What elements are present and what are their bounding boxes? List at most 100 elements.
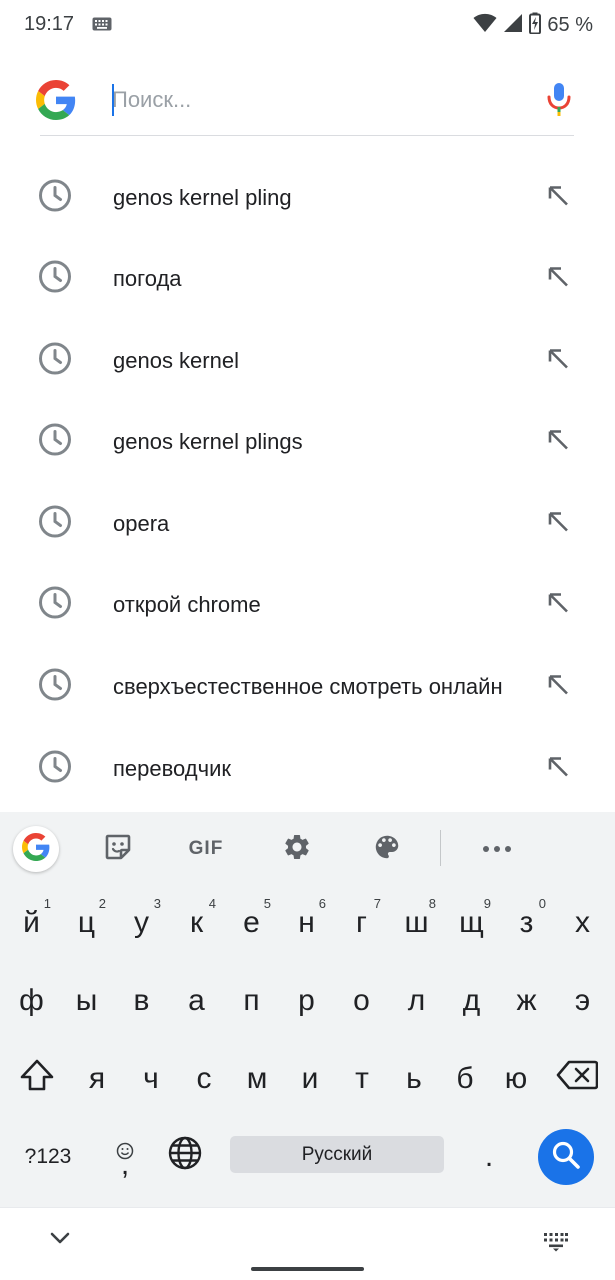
history-clock-icon [38, 260, 72, 299]
shift-icon [19, 1058, 55, 1100]
backspace-key[interactable] [542, 1040, 611, 1118]
wifi-icon [473, 13, 497, 38]
history-clock-icon [38, 504, 72, 543]
comma-key[interactable]: , [100, 1118, 150, 1196]
history-clock-icon [38, 178, 72, 217]
key-label: з [519, 906, 534, 939]
key[interactable]: и [284, 1040, 336, 1118]
key[interactable]: х [554, 884, 611, 962]
comma-label: , [120, 1148, 130, 1181]
key[interactable]: о [334, 962, 389, 1040]
chevron-down-icon[interactable] [48, 1230, 72, 1251]
key[interactable]: ы [59, 962, 114, 1040]
space-key[interactable]: Русский [230, 1136, 444, 1173]
suggestion-text: genos kernel plings [113, 429, 303, 455]
key-label: ш [404, 906, 429, 939]
search-icon [551, 1140, 581, 1175]
suggestion-item[interactable]: genos kernel [0, 320, 615, 402]
fill-query-arrow-icon[interactable] [545, 590, 571, 621]
key[interactable]: п [224, 962, 279, 1040]
key-label: щ [459, 906, 484, 939]
suggestion-item[interactable]: genos kernel pling [0, 157, 615, 239]
key-hint: 6 [318, 896, 326, 911]
keyboard-switch-icon[interactable] [543, 1232, 569, 1257]
key[interactable]: в [114, 962, 169, 1040]
keyboard-keys: й1 ц2 у3 к4 е5 н6 г7 ш8 щ9 з0 х ф ы в а … [0, 884, 615, 1207]
search-input[interactable] [112, 82, 522, 118]
key[interactable]: ч [124, 1040, 178, 1118]
key[interactable]: р [279, 962, 334, 1040]
key[interactable]: д [444, 962, 499, 1040]
google-search-button[interactable] [13, 826, 59, 872]
key-label: е [243, 906, 260, 939]
key[interactable]: щ9 [444, 884, 499, 962]
key[interactable]: й1 [4, 884, 59, 962]
suggestion-item[interactable]: opera [0, 483, 615, 565]
suggestion-item[interactable]: открой chrome [0, 565, 615, 647]
key[interactable]: б [440, 1040, 490, 1118]
key[interactable]: ф [4, 962, 59, 1040]
theme-button[interactable] [367, 829, 407, 869]
fill-query-arrow-icon[interactable] [545, 345, 571, 376]
symbols-key[interactable]: ?123 [12, 1118, 84, 1196]
suggestion-item[interactable]: сверхъестественное смотреть онлайн [0, 646, 615, 728]
period-key[interactable]: . [464, 1118, 514, 1196]
suggestion-item[interactable]: погода [0, 239, 615, 321]
google-g-icon [22, 832, 50, 866]
gif-button[interactable]: GIF [186, 829, 226, 869]
search-action-key[interactable] [538, 1129, 594, 1185]
key[interactable]: е5 [224, 884, 279, 962]
key[interactable]: ю [490, 1040, 542, 1118]
signal-icon [503, 13, 523, 38]
key[interactable]: у3 [114, 884, 169, 962]
fill-query-arrow-icon[interactable] [545, 753, 571, 784]
fill-query-arrow-icon[interactable] [545, 264, 571, 295]
key[interactable]: г7 [334, 884, 389, 962]
language-key[interactable] [158, 1118, 212, 1196]
mic-icon[interactable] [546, 82, 572, 123]
key-row-2: ф ы в а п р о л д ж э [0, 962, 615, 1040]
more-button[interactable] [477, 829, 517, 869]
key[interactable]: ь [388, 1040, 440, 1118]
keyboard-toolbar: GIF [0, 812, 615, 884]
key-label: й [23, 906, 40, 939]
home-handle[interactable] [251, 1267, 364, 1271]
key-label: х [575, 906, 590, 939]
fill-query-arrow-icon[interactable] [545, 182, 571, 213]
key[interactable]: э [554, 962, 611, 1040]
key[interactable]: ш8 [389, 884, 444, 962]
key-hint: 8 [428, 896, 436, 911]
key[interactable]: я [70, 1040, 124, 1118]
key[interactable]: л [389, 962, 444, 1040]
key[interactable]: ц2 [59, 884, 114, 962]
key[interactable]: з0 [499, 884, 554, 962]
key[interactable]: м [230, 1040, 284, 1118]
suggestion-item[interactable]: genos kernel plings [0, 402, 615, 484]
more-icon [482, 840, 512, 858]
battery-charging-icon [529, 12, 542, 39]
key[interactable]: т [336, 1040, 388, 1118]
suggestion-item[interactable]: переводчик [0, 728, 615, 810]
shift-key[interactable] [4, 1040, 70, 1118]
fill-query-arrow-icon[interactable] [545, 427, 571, 458]
key-hint: 5 [263, 896, 271, 911]
status-time: 19:17 [24, 13, 75, 35]
fill-query-arrow-icon[interactable] [545, 672, 571, 703]
sticker-icon [104, 833, 132, 866]
key-label: г [356, 906, 367, 939]
fill-query-arrow-icon[interactable] [545, 508, 571, 539]
key[interactable]: н6 [279, 884, 334, 962]
sticker-button[interactable] [98, 829, 138, 869]
history-clock-icon [38, 586, 72, 625]
key[interactable]: с [178, 1040, 230, 1118]
key[interactable]: а [169, 962, 224, 1040]
suggestion-text: opera [113, 510, 170, 536]
history-clock-icon [38, 341, 72, 380]
history-clock-icon [38, 749, 72, 788]
suggestion-text: genos kernel [113, 347, 239, 373]
settings-button[interactable] [277, 829, 317, 869]
key[interactable]: ж [499, 962, 554, 1040]
suggestion-text: переводчик [113, 755, 232, 781]
key[interactable]: к4 [169, 884, 224, 962]
key-row-4: ?123 , Русский . [0, 1118, 615, 1196]
